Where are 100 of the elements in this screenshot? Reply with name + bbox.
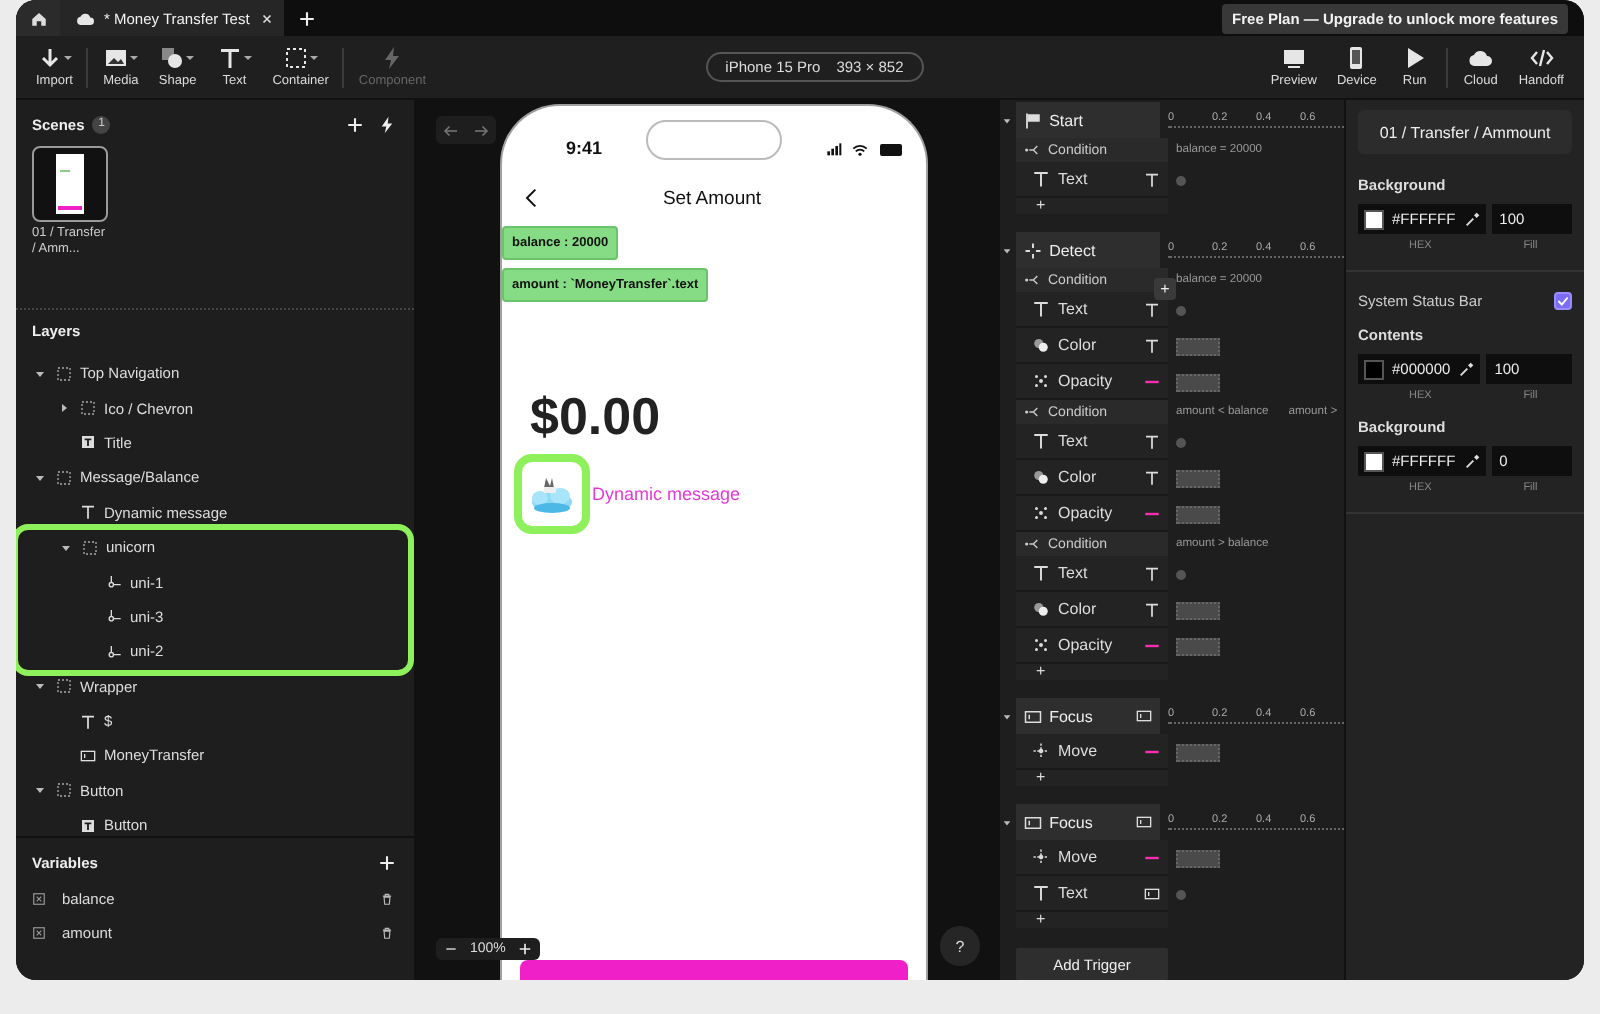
timeline-bar xyxy=(1176,849,1220,867)
caret-down-icon[interactable] xyxy=(1002,245,1013,255)
input-icon xyxy=(1023,813,1042,831)
add-button[interactable]: + xyxy=(1154,278,1176,300)
add-variable-button[interactable] xyxy=(374,850,398,874)
action-label: Opacity xyxy=(1058,372,1113,390)
lightning-icon xyxy=(380,46,405,70)
plus-icon xyxy=(345,115,363,133)
input-icon xyxy=(1144,885,1160,901)
dots-icon xyxy=(1032,504,1050,522)
action-label: Color xyxy=(1058,468,1097,486)
dynamic-island xyxy=(646,120,782,160)
text-icon xyxy=(1032,300,1050,318)
add-action-button[interactable]: + xyxy=(1036,912,1046,928)
text-icon xyxy=(1144,601,1160,617)
caret-down-icon[interactable] xyxy=(34,784,46,797)
text-icon xyxy=(1032,432,1050,450)
arrow-down-icon xyxy=(37,46,62,70)
add-action-button[interactable]: + xyxy=(1036,198,1046,214)
status-time: 9:41 xyxy=(566,140,605,158)
keyframe-dot xyxy=(1176,175,1186,185)
text-icon xyxy=(1144,469,1160,485)
text-icon xyxy=(80,504,96,521)
add-action-button[interactable]: + xyxy=(1036,770,1046,786)
caret-down-icon[interactable] xyxy=(60,541,72,554)
checkbox[interactable] xyxy=(1554,292,1572,310)
battery-icon xyxy=(880,144,902,156)
timeline-bar xyxy=(1176,505,1220,523)
caret-down-icon[interactable] xyxy=(34,367,46,380)
action-label: Text xyxy=(1058,170,1088,188)
image-icon xyxy=(103,46,128,70)
path-icon xyxy=(106,574,122,591)
text-box-icon xyxy=(80,434,96,451)
eyedropper-icon[interactable] xyxy=(1463,453,1480,469)
plus-icon xyxy=(297,9,315,27)
home-icon xyxy=(29,9,47,27)
eyedropper-icon[interactable] xyxy=(1458,361,1475,377)
palette-icon xyxy=(1032,336,1050,354)
shapes-icon xyxy=(160,46,185,70)
cloud-icon xyxy=(76,9,94,27)
action-label: Text xyxy=(1058,432,1088,450)
variable-icon xyxy=(32,892,46,906)
eyedropper-icon[interactable] xyxy=(1463,211,1480,227)
add-scene-button[interactable] xyxy=(342,112,366,136)
frame-icon xyxy=(80,400,96,417)
back-icon xyxy=(522,188,542,208)
trash-icon xyxy=(379,892,393,906)
trigger-header: Focus xyxy=(1015,804,1160,840)
caret-down-icon[interactable] xyxy=(1002,711,1013,721)
text-icon xyxy=(1032,170,1050,188)
keyframe-dot xyxy=(1176,437,1186,447)
keyframe-dot xyxy=(1176,889,1186,899)
crosshair-icon xyxy=(1023,241,1042,259)
input-icon xyxy=(80,747,96,764)
flag-icon xyxy=(1023,111,1042,129)
action-label: Opacity xyxy=(1058,504,1113,522)
action-label: Text xyxy=(1058,884,1088,902)
amount-text: $0.00 xyxy=(530,390,663,442)
timeline-bar xyxy=(1176,469,1220,487)
timeline-bar xyxy=(1176,743,1220,761)
dashed-square-icon xyxy=(283,46,308,70)
minus-icon xyxy=(444,942,458,956)
arrow-left-icon xyxy=(442,121,460,139)
screen-title: Set Amount xyxy=(660,187,764,209)
keyframe-dot xyxy=(1176,305,1186,315)
scene-thumbnail[interactable] xyxy=(32,146,108,222)
text-icon xyxy=(1144,433,1160,449)
timeline-bar xyxy=(1176,337,1220,355)
cloud-icon xyxy=(1468,46,1493,70)
palette-icon xyxy=(1032,600,1050,618)
zoom-out-button[interactable] xyxy=(444,942,458,956)
caret-right-icon[interactable] xyxy=(58,402,70,415)
dots-icon xyxy=(1032,372,1050,390)
text-icon xyxy=(1144,301,1160,317)
action-label: Color xyxy=(1058,336,1097,354)
check-icon xyxy=(1556,294,1570,308)
text-icon xyxy=(217,46,242,70)
frame-icon xyxy=(56,678,72,695)
branch-icon xyxy=(1024,142,1040,158)
timeline-bar xyxy=(1176,601,1220,619)
close-icon[interactable] xyxy=(259,11,274,25)
frame-icon xyxy=(56,365,72,382)
branch-icon xyxy=(1024,536,1040,552)
help-button[interactable]: ? xyxy=(940,926,980,966)
home-button[interactable] xyxy=(16,0,60,36)
zoom-in-button[interactable] xyxy=(517,942,532,956)
caret-down-icon[interactable] xyxy=(1002,817,1013,827)
trigger-header: Start xyxy=(1015,102,1160,138)
add-action-button[interactable]: + xyxy=(1036,664,1046,680)
trigger-header: Detect xyxy=(1015,232,1160,268)
caret-down-icon[interactable] xyxy=(34,680,46,693)
text-icon xyxy=(1144,565,1160,581)
caret-down-icon[interactable] xyxy=(1002,115,1013,125)
branch-icon xyxy=(1024,272,1040,288)
monitor-icon xyxy=(1281,46,1306,70)
back-button[interactable] xyxy=(522,188,542,208)
lightning-icon xyxy=(377,115,395,133)
action-label: Move xyxy=(1058,848,1098,866)
caret-down-icon[interactable] xyxy=(34,471,46,484)
scene-preview-drawing xyxy=(56,154,84,214)
